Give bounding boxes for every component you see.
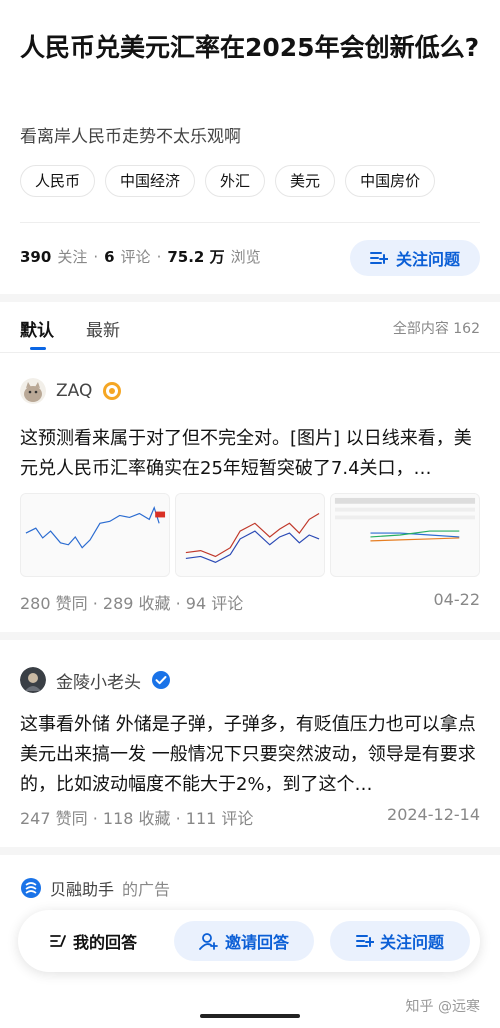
follow-question-bottom-button[interactable]: 关注问题 [330, 921, 470, 961]
tab-latest[interactable]: 最新 [86, 316, 120, 341]
chart-thumbnail[interactable] [175, 493, 325, 577]
chart-thumbnail-image [176, 494, 324, 576]
answer-meta: 247 赞同 · 118 收藏 · 111 评论 2024-12-14 [20, 805, 480, 829]
bottom-action-bar: 我的回答 邀请回答 关注问题 [18, 910, 480, 972]
my-answer-button[interactable]: 我的回答 [28, 921, 158, 961]
watermark: 知乎 @远寒 [405, 999, 480, 1015]
topic-tag[interactable]: 外汇 [205, 165, 266, 197]
badge-icon [103, 382, 122, 400]
ad-label: 的广告 [122, 880, 171, 899]
answer-date: 2024-12-14 [387, 805, 480, 824]
follow-question-bottom-label: 关注问题 [379, 933, 444, 952]
all-content-count[interactable]: 全部内容 162 [393, 318, 480, 338]
question-title: 人民币兑美元汇率在2025年会创新低么? [20, 33, 480, 62]
question-description: 看离岸人民币走势不太乐观啊 [20, 127, 241, 147]
invite-answer-label: 邀请回答 [224, 933, 289, 952]
views-label: 浏览 [230, 248, 261, 266]
views-count: 75.2 万 [167, 248, 225, 266]
question-stats: 390 关注 · 6 评论 · 75.2 万 浏览 [20, 246, 261, 267]
section-gap [0, 847, 500, 855]
table-thumbnail-image [331, 494, 479, 576]
topic-tag[interactable]: 中国房价 [345, 165, 436, 197]
answer-meta: 280 赞同 · 289 收藏 · 94 评论 04-22 [20, 590, 480, 614]
answer-author[interactable]: ZAQ [20, 378, 122, 404]
chart-thumbnail[interactable] [20, 493, 170, 577]
answer-excerpt[interactable]: 这预测看来属于对了但不完全对。[图片] 以日线来看，美元兑人民币汇率确实在25年… [20, 424, 480, 484]
section-gap [0, 632, 500, 640]
invite-answer-button[interactable]: 邀请回答 [174, 921, 314, 961]
ad-header[interactable]: 贝融助手 的广告 [20, 876, 170, 900]
follow-list-icon [355, 935, 374, 947]
invite-user-icon [199, 933, 218, 950]
followers-count: 390 [20, 247, 52, 266]
followers-label: 关注 [57, 248, 88, 266]
home-indicator[interactable] [200, 1014, 300, 1018]
author-name: 金陵小老头 [56, 672, 141, 693]
edit-icon [50, 935, 66, 947]
avatar [20, 378, 46, 404]
my-answer-label: 我的回答 [72, 933, 137, 952]
answer-images [20, 493, 480, 577]
answer-date: 04-22 [433, 590, 481, 609]
chart-thumbnail-image [21, 494, 169, 576]
topic-tag[interactable]: 人民币 [20, 165, 96, 197]
divider [20, 222, 480, 223]
topic-tags: 人民币 中国经济 外汇 美元 中国房价 [20, 165, 436, 197]
advertiser-name: 贝融助手 [50, 880, 115, 899]
avatar [20, 667, 46, 693]
comments-count: 6 [104, 247, 115, 266]
advertiser-logo-icon [21, 878, 41, 898]
section-gap [0, 294, 500, 302]
answer-author[interactable]: 金陵小老头 [20, 667, 171, 693]
topic-tag[interactable]: 美元 [275, 165, 336, 197]
comments-label[interactable]: 评论 [121, 246, 151, 267]
table-thumbnail[interactable] [330, 493, 480, 577]
answer-excerpt[interactable]: 这事看外储 外储是子弹，子弹多，有贬值压力也可以拿点美元出来搞一发 一般情况下只… [20, 710, 480, 800]
verified-icon [152, 671, 170, 689]
answer-stats: 247 赞同 · 118 收藏 · 111 评论 [20, 809, 254, 828]
answer-stats: 280 赞同 · 289 收藏 · 94 评论 [20, 594, 244, 613]
follow-question-label: 关注问题 [395, 250, 460, 269]
divider [0, 352, 500, 353]
follow-question-button[interactable]: 关注问题 [350, 240, 480, 276]
tab-default[interactable]: 默认 [20, 316, 54, 350]
follow-list-icon [369, 252, 388, 264]
topic-tag[interactable]: 中国经济 [105, 165, 196, 197]
sort-tabs: 默认 最新 [20, 316, 120, 350]
author-name: ZAQ [56, 381, 93, 401]
